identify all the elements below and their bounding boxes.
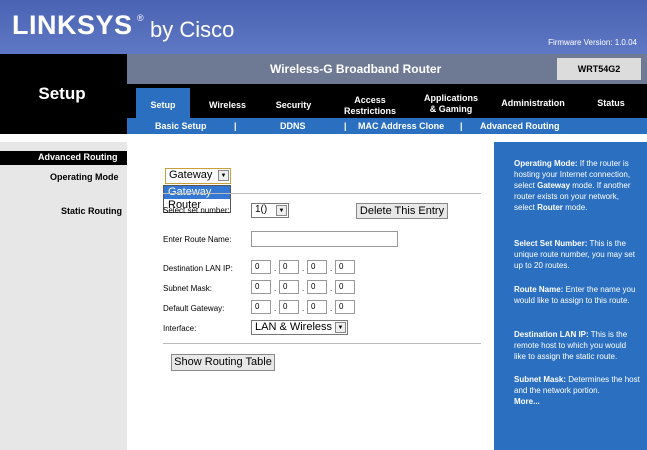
tab-administration[interactable]: Administration	[495, 98, 571, 108]
help-title: Route Name:	[514, 285, 564, 294]
ip-dot: .	[302, 304, 305, 313]
help-select-set: Select Set Number: This is the unique ro…	[514, 238, 640, 271]
help-title: Subnet Mask:	[514, 375, 567, 384]
subtab-basic-setup[interactable]: Basic Setup	[155, 121, 207, 131]
help-title: Operating Mode:	[514, 159, 578, 168]
divider	[163, 193, 481, 194]
ip-dot: .	[330, 264, 333, 273]
help-title: Destination LAN IP:	[514, 330, 589, 339]
select-set-label: Select set number:	[163, 206, 230, 215]
subnet-octet-3[interactable]: 0	[307, 280, 327, 294]
divider	[163, 343, 481, 344]
ip-dot: .	[274, 264, 277, 273]
subnav-separator: |	[234, 121, 237, 131]
subtab-advanced-routing[interactable]: Advanced Routing	[480, 121, 560, 131]
dest-ip-octet-3[interactable]: 0	[307, 260, 327, 274]
chevron-down-icon: ▼	[335, 322, 346, 333]
show-routing-table-button[interactable]: Show Routing Table	[171, 354, 275, 371]
ip-dot: .	[330, 284, 333, 293]
help-route-name: Route Name: Enter the name you would lik…	[514, 284, 640, 306]
tab-status[interactable]: Status	[587, 98, 635, 108]
tab-setup[interactable]: Setup	[140, 100, 186, 110]
subnav-separator: |	[460, 121, 463, 131]
route-name-input[interactable]	[251, 231, 398, 247]
ip-dot: .	[302, 264, 305, 273]
product-name: Wireless-G Broadband Router	[270, 62, 442, 76]
gateway-octet-3[interactable]: 0	[307, 300, 327, 314]
help-subnet-mask: Subnet Mask: Determines the host and the…	[514, 374, 640, 396]
sidebar-section-title: Advanced Routing	[38, 152, 118, 162]
operating-mode-select[interactable]: Gateway ▼	[165, 168, 231, 184]
tab-security[interactable]: Security	[266, 100, 321, 110]
subnet-octet-4[interactable]: 0	[335, 280, 355, 294]
sidebar	[0, 142, 127, 450]
gateway-octet-4[interactable]: 0	[335, 300, 355, 314]
subtab-mac-address-clone[interactable]: MAC Address Clone	[358, 121, 444, 131]
chevron-down-icon: ▼	[218, 170, 229, 181]
help-bold: Router	[537, 203, 563, 212]
set-number-value: 1()	[255, 204, 268, 215]
dest-ip-octet-1[interactable]: 0	[251, 260, 271, 274]
interface-value: LAN & Wireless	[255, 321, 333, 333]
logo-registered-mark: ®	[137, 13, 144, 23]
dest-ip-octet-2[interactable]: 0	[279, 260, 299, 274]
subnet-octet-1[interactable]: 0	[251, 280, 271, 294]
help-destination-ip: Destination LAN IP: This is the remote h…	[514, 329, 640, 362]
gateway-octet-2[interactable]: 0	[279, 300, 299, 314]
help-operating-mode: Operating Mode: If the router is hosting…	[514, 158, 640, 213]
model-number: WRT54G2	[557, 58, 641, 80]
logo-by-cisco: by Cisco	[150, 17, 235, 42]
help-more-link[interactable]: More...	[514, 396, 640, 407]
ip-dot: .	[274, 284, 277, 293]
ip-dot: .	[274, 304, 277, 313]
operating-mode-label: Operating Mode	[50, 172, 119, 182]
interface-label: Interface:	[163, 324, 197, 333]
ip-dot: .	[302, 284, 305, 293]
help-title: Select Set Number:	[514, 239, 588, 248]
delete-entry-button[interactable]: Delete This Entry	[356, 203, 448, 219]
help-text: mode.	[562, 203, 588, 212]
tab-wireless[interactable]: Wireless	[200, 100, 255, 110]
linksys-logo: LINKSYS	[12, 10, 133, 40]
subtab-ddns[interactable]: DDNS	[280, 121, 306, 131]
subnav-separator: |	[344, 121, 347, 131]
dest-ip-label: Destination LAN IP:	[163, 264, 233, 273]
interface-select[interactable]: LAN & Wireless ▼	[251, 320, 348, 335]
dest-ip-octet-4[interactable]: 0	[335, 260, 355, 274]
default-gateway-label: Default Gateway:	[163, 304, 225, 313]
tab-applications-gaming[interactable]: Applications & Gaming	[413, 93, 489, 115]
chevron-down-icon: ▼	[276, 205, 287, 216]
static-routing-label: Static Routing	[61, 206, 122, 216]
subnet-octet-2[interactable]: 0	[279, 280, 299, 294]
firmware-version: Firmware Version: 1.0.04	[548, 38, 637, 47]
gateway-octet-1[interactable]: 0	[251, 300, 271, 314]
tab-access-restrictions[interactable]: Access Restrictions	[335, 95, 405, 117]
subnet-mask-label: Subnet Mask:	[163, 284, 212, 293]
route-name-label: Enter Route Name:	[163, 235, 232, 244]
set-number-select[interactable]: 1() ▼	[251, 203, 289, 218]
help-bold: Gateway	[537, 181, 571, 190]
operating-mode-value: Gateway	[169, 169, 213, 181]
section-title: Setup	[38, 84, 86, 103]
ip-dot: .	[330, 304, 333, 313]
